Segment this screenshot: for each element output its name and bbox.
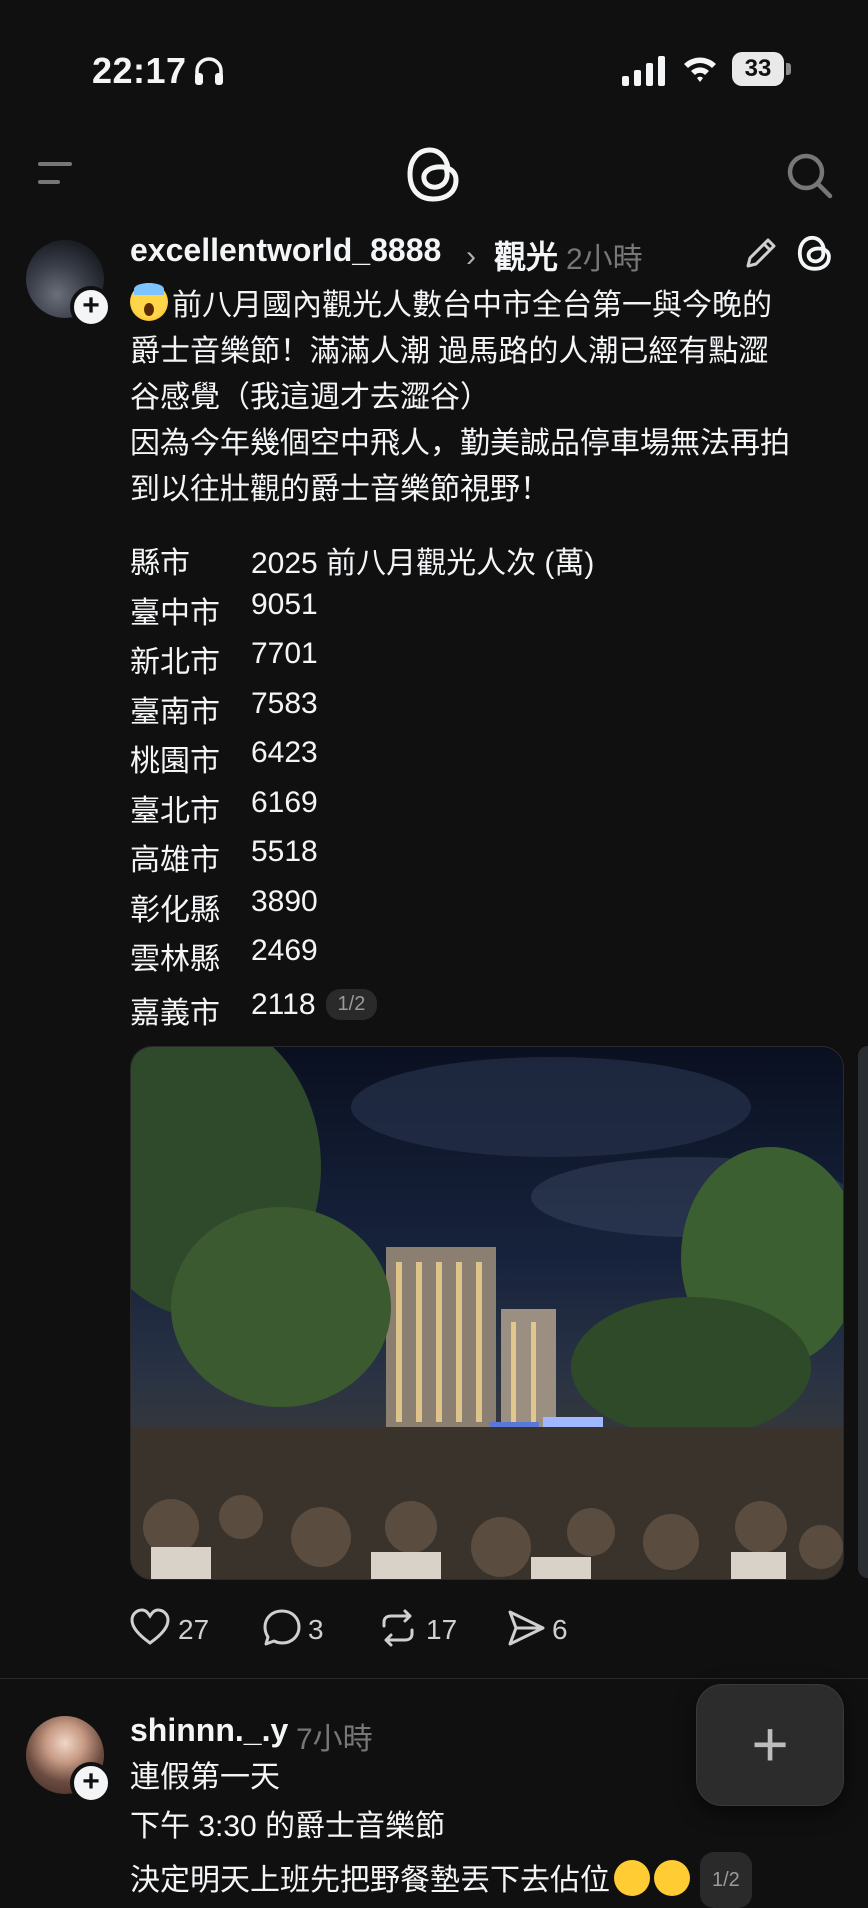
- share-count: 6: [552, 1614, 568, 1645]
- laughing-emoji-icon: [654, 1860, 690, 1896]
- post-timestamp: 7小時: [296, 1723, 373, 1756]
- table-cell: 6169: [251, 786, 318, 819]
- table-cell: 3890: [251, 885, 318, 918]
- table-cell: 高雄市: [130, 844, 220, 877]
- table-cell: 臺中市: [130, 597, 220, 630]
- post-username[interactable]: shinnn._.y: [130, 1712, 288, 1749]
- table-cell: 7701: [251, 637, 318, 670]
- laughing-emoji-icon: [614, 1860, 650, 1896]
- post-divider: [0, 1678, 868, 1679]
- table-cell: 2118 1/2: [251, 988, 378, 1022]
- table-cell: 桃園市: [130, 745, 220, 778]
- repost-count: 17: [426, 1614, 458, 1645]
- threads-small-icon[interactable]: [796, 232, 834, 274]
- cellular-signal-icon: [622, 56, 665, 86]
- table-cell: 新北市: [130, 646, 220, 679]
- table-cell: 9051: [251, 588, 318, 621]
- table-cell: 5518: [251, 835, 318, 868]
- table-cell: 2469: [251, 934, 318, 967]
- repost-icon: [382, 1609, 414, 1647]
- table-cell: 6423: [251, 736, 318, 769]
- post-topic[interactable]: 觀光: [494, 232, 558, 278]
- battery-icon: 33: [732, 52, 792, 86]
- follow-plus-icon[interactable]: +: [70, 1762, 112, 1804]
- chevron-right-icon: ›: [466, 240, 476, 273]
- post-text-line: 谷感覺（我這週才去澀谷）: [130, 381, 490, 414]
- post-username[interactable]: excellentworld_8888: [130, 232, 441, 269]
- pencil-icon[interactable]: [742, 234, 780, 272]
- table-cell: 7583: [251, 687, 318, 720]
- concert-crowd-photo: [131, 1047, 843, 1579]
- like-count: 27: [178, 1614, 210, 1645]
- follow-plus-icon[interactable]: +: [70, 286, 112, 328]
- next-photo-preview[interactable]: [858, 1046, 868, 1578]
- threads-logo[interactable]: [404, 142, 464, 206]
- headphones-icon: [195, 57, 223, 85]
- table-header-cell: 縣市: [130, 547, 190, 580]
- table-cell: 臺南市: [130, 696, 220, 729]
- send-icon: [508, 1610, 545, 1646]
- page-indicator: 1/2: [325, 989, 378, 1020]
- table-cell: 臺北市: [130, 795, 220, 828]
- post-photo[interactable]: [130, 1046, 844, 1580]
- post-text-line: 到以往壯觀的爵士音樂節視野！: [130, 473, 550, 506]
- post-text-line: 連假第一天: [130, 1761, 280, 1794]
- post-text-line: 下午 3:30 的爵士音樂節: [130, 1810, 446, 1843]
- compose-button[interactable]: +: [696, 1684, 844, 1806]
- page-indicator: 1/2: [700, 1852, 752, 1908]
- wifi-icon: [684, 57, 716, 82]
- search-icon[interactable]: [784, 150, 834, 200]
- status-time: 22:17: [92, 50, 187, 91]
- heart-icon: [130, 1608, 170, 1645]
- battery-level: 33: [732, 52, 784, 86]
- plus-icon: +: [751, 1708, 789, 1780]
- post-text-line: 決定明天上班先把野餐墊丟下去佔位 1/2: [130, 1852, 752, 1908]
- table-cell: 雲林縣: [130, 943, 220, 976]
- post-text-line: 前八月國內觀光人數台中市全台第一與今晚的: [130, 282, 772, 330]
- scream-emoji-icon: [130, 283, 168, 321]
- post-text-line: 因為今年幾個空中飛人，勤美誠品停車場無法再拍: [130, 427, 790, 460]
- table-cell: 嘉義市: [130, 997, 220, 1030]
- reply-count: 3: [308, 1614, 324, 1645]
- comment-icon: [263, 1609, 301, 1646]
- table-header-cell: 2025 前八月觀光人次 (萬): [251, 547, 595, 580]
- post-timestamp: 2小時: [566, 243, 643, 276]
- menu-icon[interactable]: [36, 156, 76, 190]
- table-cell: 彰化縣: [130, 894, 220, 927]
- post-text-line: 爵士音樂節！滿滿人潮 過馬路的人潮已經有點澀: [130, 335, 769, 368]
